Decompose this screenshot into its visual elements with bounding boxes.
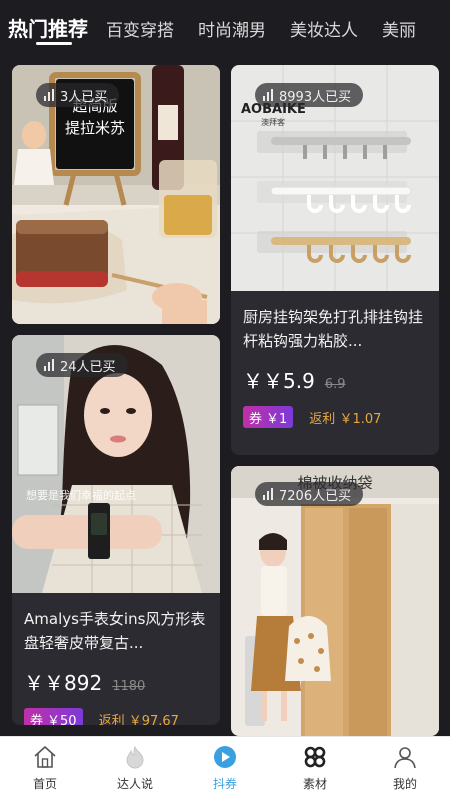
sold-count-badge: 24人已买 xyxy=(36,353,128,377)
clover-icon xyxy=(304,746,326,768)
product-title: 厨房挂钩架免打孔排挂钩挂杆粘钩强力粘胶... xyxy=(243,308,424,350)
original-price: 1180 xyxy=(112,679,146,694)
promo-row: 券 ￥1 返利 ￥1.07 xyxy=(243,406,427,428)
rebate-value: ￥97.67 xyxy=(128,713,179,726)
coupon-label: 券 xyxy=(30,713,44,726)
flame-icon xyxy=(126,745,144,769)
tab-label: 时尚潮男 xyxy=(198,21,266,41)
nav-label: 达人说 xyxy=(116,777,153,791)
bottom-nav-bar: 首页 达人说 抖券 素材 我的 xyxy=(0,736,450,800)
nav-label: 抖券 xyxy=(212,777,237,791)
sign-line-2: 提拉米苏 xyxy=(65,119,125,137)
rebate-info: 返利 ￥1.07 xyxy=(309,408,381,427)
currency-symbol: ￥ xyxy=(243,369,263,393)
rebate-label: 返利 xyxy=(309,411,336,427)
tab-outfits[interactable]: 百变穿搭 xyxy=(106,0,174,41)
sold-count: 3人已买 xyxy=(60,89,108,105)
product-title: Amalys手表女ins风方形表盘轻奢皮带复古... xyxy=(24,610,206,652)
rebate-label: 返利 xyxy=(98,713,125,726)
product-card-watch[interactable]: 想要是我们幸福的起点 24人已买 Amalys手表女ins风方形表盘轻奢皮带复古… xyxy=(12,335,220,725)
tab-label: 美妆达人 xyxy=(290,21,358,41)
brand-cn: 澳拜客 xyxy=(261,117,285,127)
play-icon xyxy=(214,746,236,768)
tab-makeup[interactable]: 美妆达人 xyxy=(290,0,358,41)
sold-count: 24人已买 xyxy=(60,359,116,375)
bar-chart-icon xyxy=(44,89,54,101)
sold-count: 7206人已买 xyxy=(279,488,352,504)
tab-men-fashion[interactable]: 时尚潮男 xyxy=(198,0,266,41)
tab-hot-recommend[interactable]: 热门推荐 xyxy=(8,0,88,45)
nav-profile[interactable]: 我的 xyxy=(360,737,450,800)
product-image: 棉被收纳袋 7206人已买 xyxy=(231,466,439,736)
nav-materials[interactable]: 素材 xyxy=(270,737,360,800)
sold-count-badge: 3人已买 xyxy=(36,83,120,107)
product-price: ￥892 xyxy=(44,671,103,695)
tab-beauty[interactable]: 美丽 xyxy=(382,0,416,41)
tab-label: 百变穿搭 xyxy=(106,21,174,41)
promo-row: 券 ￥50 返利 ￥97.67 xyxy=(24,708,208,725)
category-tabs: 热门推荐 百变穿搭 时尚潮男 美妆达人 美丽 xyxy=(0,0,450,54)
product-image: 超简版 提拉米苏 3人已买 xyxy=(12,65,220,324)
coupon-label: 券 xyxy=(249,411,263,427)
product-card-hook[interactable]: AOBAIKE 澳拜客 8993人已买 厨房挂钩架免打孔排挂钩挂杆粘钩强力粘胶.… xyxy=(231,65,439,455)
user-icon xyxy=(394,747,416,769)
sold-count-badge: 8993人已买 xyxy=(255,83,364,107)
sold-count: 8993人已买 xyxy=(279,89,352,105)
coupon-value: ￥50 xyxy=(47,713,77,726)
tab-label: 美丽 xyxy=(382,21,416,41)
bar-chart-icon xyxy=(263,89,273,101)
tab-label: 热门推荐 xyxy=(8,17,88,41)
currency-symbol: ￥ xyxy=(24,671,44,695)
coupon-badge[interactable]: 券 ￥1 xyxy=(243,406,294,428)
product-price: ￥5.9 xyxy=(263,369,315,393)
coupon-value: ￥1 xyxy=(266,411,288,427)
price-row: ￥ ￥892 1180 xyxy=(24,667,208,696)
nav-label: 素材 xyxy=(302,777,327,791)
active-tab-indicator xyxy=(36,42,72,45)
rebate-value: ￥1.07 xyxy=(339,411,382,427)
product-card-tiramisu[interactable]: 超简版 提拉米苏 3人已买 xyxy=(12,65,220,324)
nav-douquan[interactable]: 抖券 xyxy=(180,737,270,800)
coupon-badge[interactable]: 券 ￥50 xyxy=(24,708,83,725)
product-card-storage-bag[interactable]: 棉被收纳袋 7206人已买 xyxy=(231,466,439,736)
rebate-info: 返利 ￥97.67 xyxy=(99,710,179,726)
sold-count-badge: 7206人已买 xyxy=(255,482,364,506)
price-row: ￥ ￥5.9 6.9 xyxy=(243,365,427,394)
original-price: 6.9 xyxy=(324,377,346,392)
nav-label: 我的 xyxy=(392,777,417,791)
video-caption: 想要是我们幸福的起点 xyxy=(26,488,136,502)
nav-home[interactable]: 首页 xyxy=(0,737,90,800)
product-image: 想要是我们幸福的起点 24人已买 xyxy=(12,335,220,593)
nav-label: 首页 xyxy=(32,777,57,791)
bar-chart-icon xyxy=(44,359,54,371)
nav-expert-talk[interactable]: 达人说 xyxy=(90,737,180,800)
product-image: AOBAIKE 澳拜客 8993人已买 xyxy=(231,65,439,291)
home-icon xyxy=(34,746,56,768)
bar-chart-icon xyxy=(263,488,273,500)
